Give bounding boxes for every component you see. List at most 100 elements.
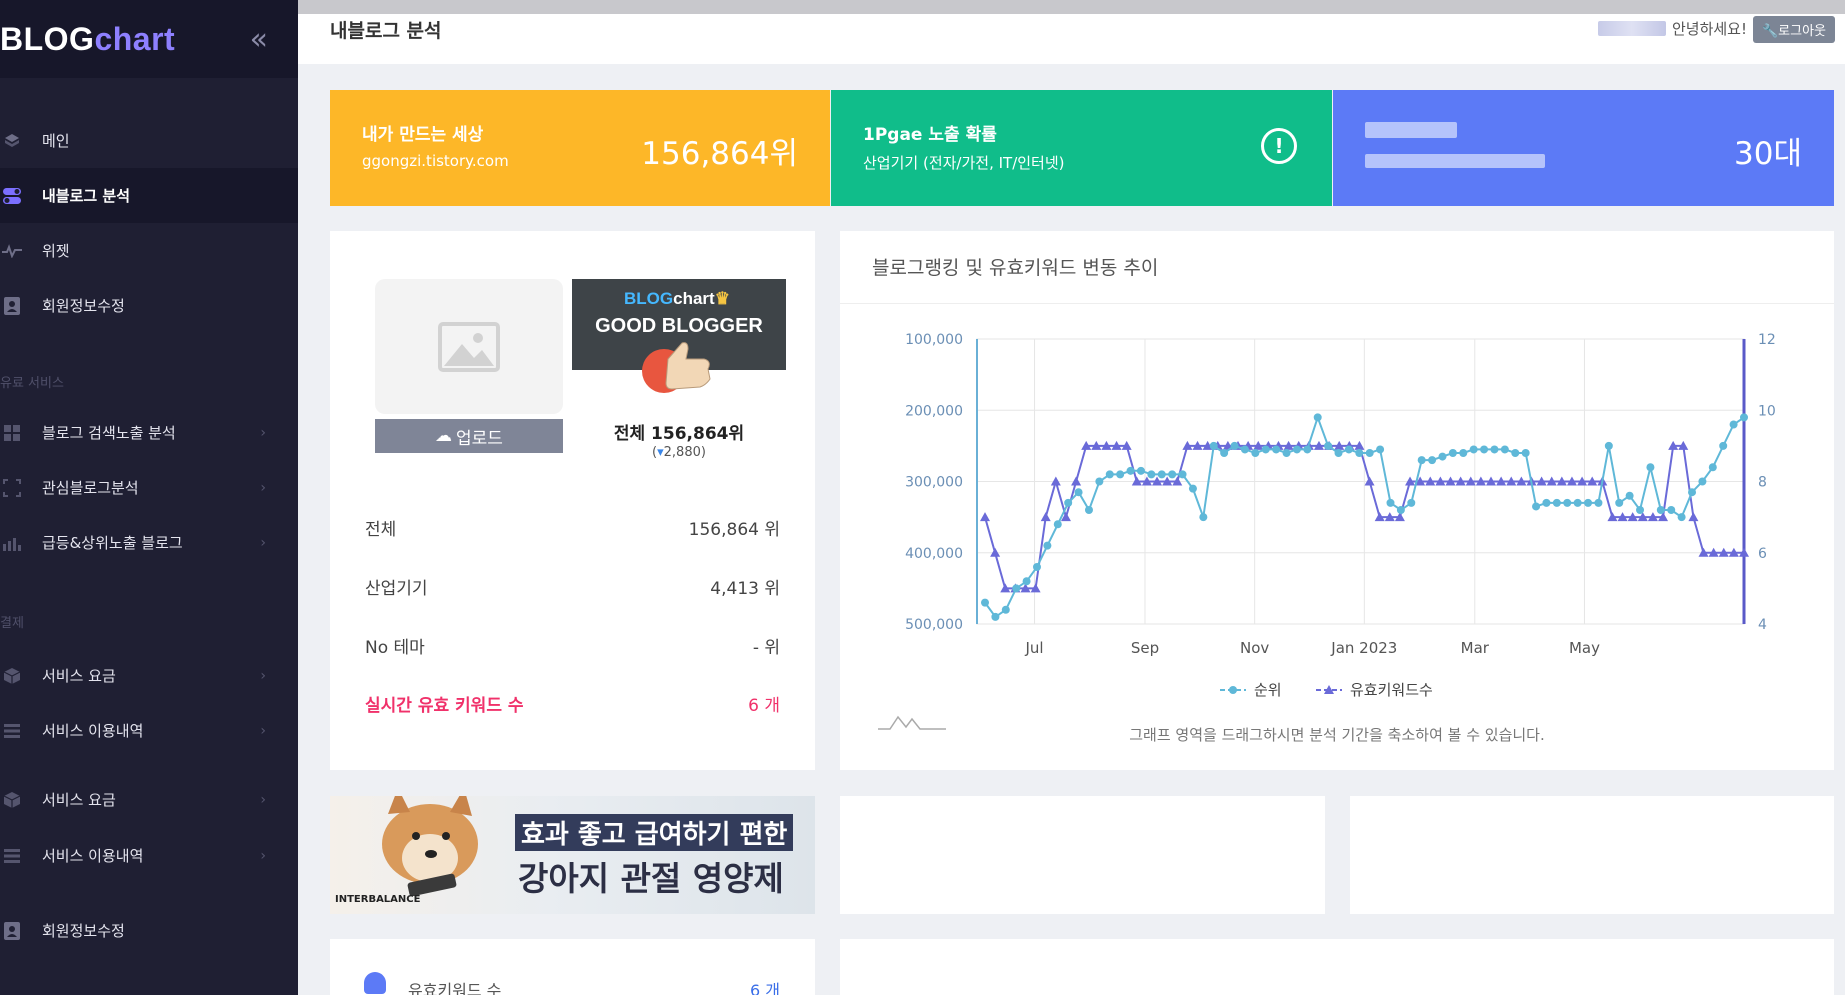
upload-button[interactable]: ☁ 업로드 [375, 419, 563, 453]
rank-point [1032, 563, 1041, 571]
sidebar-item-search-exposure[interactable]: 블로그 검색노출 분석 › [0, 405, 298, 460]
rank-point [1646, 463, 1655, 472]
profile-image-placeholder[interactable] [375, 279, 563, 414]
list-icon [2, 721, 22, 741]
rank-point [1563, 498, 1572, 507]
logout-button[interactable]: 🔧로그아웃 [1752, 16, 1835, 43]
profile-card: ☁ 업로드 BLOGchart♛ GOOD BLOGGER 전체 156,864위… [330, 231, 815, 770]
y-left-tick: 500,000 [905, 617, 963, 633]
user-name-blurred [1597, 21, 1666, 36]
sidebar-item-main[interactable]: 메인 [0, 113, 298, 168]
rank-point [1636, 506, 1645, 514]
sidebar-item-rising-blog[interactable]: 급등&상위노출 블로그 › [0, 515, 298, 570]
age-value: 30대 [1734, 136, 1802, 172]
rank-point [1012, 584, 1021, 593]
rank-point [1209, 441, 1218, 450]
x-tick: Sep [1131, 639, 1159, 657]
topbar: 내블로그 분석 안녕하세요! 🔧로그아웃 [298, 14, 1845, 64]
rank-point [991, 612, 1000, 621]
rank-point [1324, 441, 1333, 450]
sidebar-item-pricing-2[interactable]: 서비스 요금 › [0, 772, 298, 827]
rank-point [1022, 577, 1031, 586]
sidebar-item-pricing[interactable]: 서비스 요금 › [0, 648, 298, 703]
y-right-tick: 10 [1758, 403, 1776, 419]
rank-point [1532, 502, 1541, 511]
rank-point [1469, 445, 1478, 454]
rank-point [1168, 470, 1177, 479]
good-blogger-badge: BLOGchart♛ GOOD BLOGGER [572, 279, 786, 393]
sidebar-item-usage-2[interactable]: 서비스 이용내역 › [0, 828, 298, 883]
x-tick: Mar [1461, 639, 1490, 657]
rank-point [1001, 605, 1010, 614]
keywords-point [1688, 512, 1699, 522]
rank-point [981, 598, 989, 607]
alert-circle-icon[interactable]: ! [1261, 128, 1297, 164]
rank-point [1407, 498, 1416, 507]
y-left-tick: 200,000 [905, 403, 963, 419]
keyword-count-label: 유효키워드 수 [408, 981, 502, 995]
rank-point [1251, 449, 1260, 457]
dog-image [382, 796, 478, 896]
rank-point [1355, 449, 1364, 457]
rank-point [1136, 466, 1145, 475]
top-strip [298, 0, 1845, 14]
blog-rank-card: 내가 만드는 세상 ggongzi.tistory.com 156,864위 [330, 90, 830, 206]
ad-headline-1: 효과 좋고 급여하기 편한 [515, 814, 794, 851]
trend-chart[interactable]: 100,000 200,000 300,000 400,000 500,000 12 10 8… [840, 303, 1834, 783]
row-label-category: 산업기기 [365, 579, 428, 599]
x-tick: Jan 2023 [1330, 639, 1397, 657]
rank-point [1448, 449, 1457, 457]
rank-point [1438, 452, 1447, 461]
sidebar: BLOGchart « 메인 내블로그 분석 위젯 회원정보수정 유료 서비스 … [0, 0, 298, 995]
rank-point [1594, 498, 1603, 507]
rank-point [1552, 498, 1561, 507]
rank-point [1230, 441, 1239, 450]
double-chevron-left-icon[interactable]: « [250, 22, 268, 57]
image-icon [438, 321, 500, 372]
legend-rank-label[interactable]: 순위 [1254, 681, 1282, 699]
crown-icon: ♛ [714, 289, 730, 308]
logo[interactable]: BLOGchart [0, 21, 175, 58]
rank-point [1116, 470, 1125, 479]
toggle-icon [2, 186, 22, 206]
rank-point [1282, 449, 1291, 457]
ad-banner[interactable]: 효과 좋고 급여하기 편한 강아지 관절 영양제 INTERBALANCE [330, 796, 815, 914]
page-title: 내블로그 분석 [330, 20, 442, 42]
sidebar-item-profile-2[interactable]: 회원정보수정 [0, 903, 298, 958]
bell-icon [364, 972, 386, 994]
row-label-theme: No 테마 [365, 638, 425, 658]
sidebar-item-interest-blog[interactable]: 관심블로그분석 › [0, 460, 298, 515]
sidebar-item-widget[interactable]: 위젯 [0, 223, 298, 278]
user-icon [2, 296, 22, 316]
exposure-title: 1Pgae 노출 확률 [863, 125, 997, 145]
list-icon [2, 846, 22, 866]
rank-point [1188, 484, 1197, 493]
rank-point [1053, 520, 1062, 529]
rank-point [1708, 463, 1717, 472]
sidebar-item-usage[interactable]: 서비스 이용내역 › [0, 703, 298, 758]
section-label-paid: 유료 서비스 [0, 376, 64, 391]
chevron-right-icon: › [260, 479, 266, 496]
rank-point [1698, 477, 1707, 486]
rank-point [1344, 445, 1353, 454]
sidebar-item-myblog[interactable]: 내블로그 분석 [0, 168, 298, 223]
rank-point [1303, 445, 1312, 454]
chevron-right-icon: › [260, 791, 266, 808]
row-value-category: 4,413 위 [710, 579, 780, 599]
user-icon [2, 921, 22, 941]
rank-point [1625, 491, 1634, 500]
frame-icon [2, 478, 22, 498]
chevron-right-icon: › [260, 722, 266, 739]
logo-bar: BLOGchart « [0, 0, 298, 78]
sidebar-item-profile[interactable]: 회원정보수정 [0, 278, 298, 333]
rank-point [1105, 470, 1114, 479]
ad-brand: INTERBALANCE [335, 894, 421, 905]
rank-point [1126, 466, 1135, 475]
empty-card-1 [840, 796, 1325, 914]
rank-point [1074, 488, 1083, 497]
rank-total: 전체 156,864위 [613, 424, 745, 444]
legend-keywords-label[interactable]: 유효키워드수 [1350, 681, 1433, 699]
row-label-keywords[interactable]: 실시간 유효 키워드 수 [365, 691, 524, 716]
blog-url[interactable]: ggongzi.tistory.com [362, 152, 509, 170]
rank-point [1656, 506, 1665, 514]
